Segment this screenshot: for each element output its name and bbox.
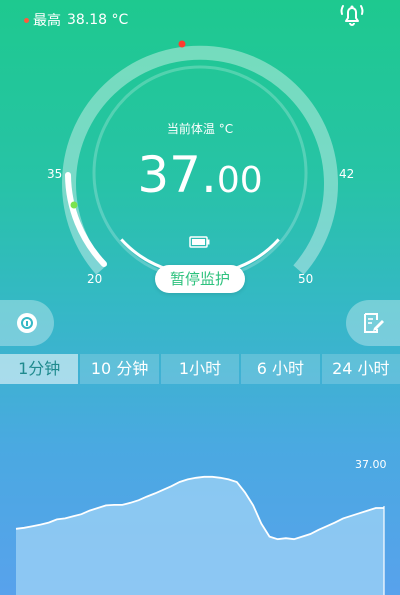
temp-decimal: 00 — [216, 160, 263, 201]
temperature-trend-chart — [15, 475, 385, 595]
notes-button[interactable] — [346, 300, 400, 346]
scale-label-35: 35 — [47, 167, 63, 181]
pause-monitoring-button[interactable]: 暂停监护 — [155, 265, 245, 293]
scale-label-42: 42 — [339, 167, 355, 181]
scale-label-min: 20 — [87, 272, 103, 286]
temp-integer: 37. — [137, 146, 217, 204]
chart-area-fill — [16, 476, 384, 595]
gauge-title: 当前体温 °C — [166, 122, 234, 136]
info-button[interactable] — [0, 300, 54, 346]
scale-label-max: 50 — [298, 272, 314, 286]
tab-10-minutes[interactable]: 10 分钟 — [80, 354, 159, 384]
max-temperature-dot — [178, 40, 186, 48]
tab-1-minute[interactable]: 1分钟 — [0, 354, 79, 384]
tab-6-hours[interactable]: 6 小时 — [241, 354, 320, 384]
info-icon — [17, 313, 37, 333]
time-range-tabs: 1分钟 10 分钟 1小时 6 小时 24 小时 — [0, 354, 400, 384]
note-edit-icon — [364, 313, 384, 333]
last-value-label: 37.00 — [355, 458, 387, 471]
battery-icon — [189, 236, 210, 248]
tab-24-hours[interactable]: 24 小时 — [321, 354, 400, 384]
tab-1-hour[interactable]: 1小时 — [160, 354, 240, 384]
